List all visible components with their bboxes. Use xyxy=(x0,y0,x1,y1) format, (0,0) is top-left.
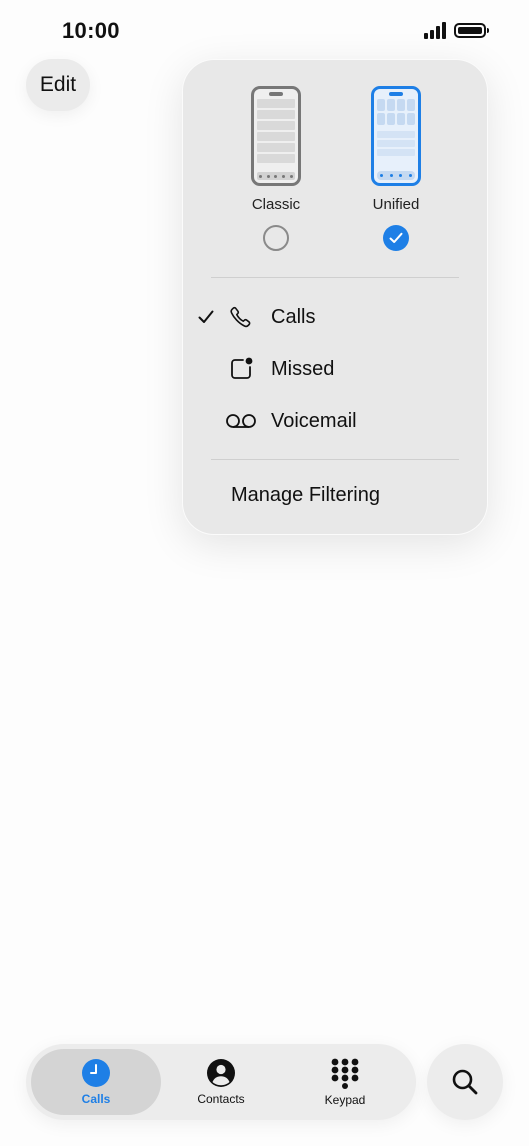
menu-item-calls[interactable]: Calls xyxy=(183,293,487,341)
classic-layout-preview-icon xyxy=(251,86,301,186)
tab-calls[interactable]: Calls xyxy=(31,1049,161,1115)
menu-label-missed: Missed xyxy=(271,357,335,380)
keypad-icon xyxy=(331,1058,359,1089)
tab-label-calls: Calls xyxy=(81,1092,111,1106)
layout-label-unified: Unified xyxy=(372,196,420,213)
battery-icon xyxy=(454,23,489,38)
tab-label-keypad: Keypad xyxy=(324,1093,366,1107)
search-icon xyxy=(452,1069,478,1095)
layout-option-classic[interactable]: Classic xyxy=(231,86,321,251)
menu-divider xyxy=(211,459,459,460)
unified-layout-preview-icon xyxy=(371,86,421,186)
classic-radio[interactable] xyxy=(263,225,289,251)
person-circle-icon xyxy=(207,1059,235,1087)
tab-keypad[interactable]: Keypad xyxy=(280,1049,410,1115)
layout-label-classic: Classic xyxy=(251,196,301,213)
tab-contacts[interactable]: Contacts xyxy=(156,1049,286,1115)
tab-label-contacts: Contacts xyxy=(197,1092,245,1106)
menu-item-voicemail[interactable]: Voicemail xyxy=(183,397,487,445)
status-icons xyxy=(424,22,489,39)
cellular-signal-icon xyxy=(424,22,446,39)
voicemail-icon xyxy=(223,407,259,435)
checkmark-icon xyxy=(389,232,403,243)
search-button[interactable] xyxy=(427,1044,503,1120)
menu-label-voicemail: Voicemail xyxy=(271,409,357,432)
menu-label-calls: Calls xyxy=(271,305,316,328)
missed-call-icon xyxy=(223,355,259,383)
clock-icon xyxy=(82,1059,110,1087)
menu-divider xyxy=(211,277,459,278)
edit-button[interactable]: Edit xyxy=(26,59,90,111)
phone-icon xyxy=(223,303,259,331)
filter-popover: Classic Unified Calls Missed Voicemail M… xyxy=(182,59,488,535)
layout-option-unified[interactable]: Unified xyxy=(351,86,441,251)
manage-filtering-button[interactable]: Manage Filtering xyxy=(231,484,380,507)
unified-radio[interactable] xyxy=(383,225,409,251)
status-time: 10:00 xyxy=(62,18,120,43)
tab-bar: Calls Contacts Keypad xyxy=(26,1044,416,1120)
checkmark-icon xyxy=(198,310,214,323)
menu-item-missed[interactable]: Missed xyxy=(183,345,487,393)
